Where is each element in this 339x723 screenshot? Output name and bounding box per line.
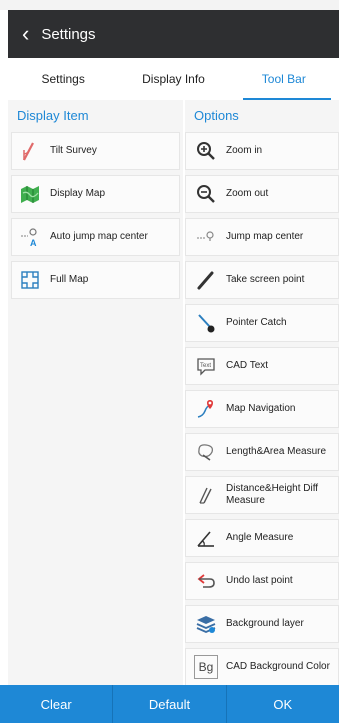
options-panel: Options Zoom in Zoom out Jump map center… xyxy=(185,100,339,685)
option-label: Length&Area Measure xyxy=(226,446,327,457)
option-map-navigation[interactable]: Map Navigation xyxy=(185,390,339,428)
option-label: CAD Background Color xyxy=(226,661,330,672)
display-item-panel: Display Item Tilt Survey Display Map A A… xyxy=(8,100,183,685)
svg-text:Text: Text xyxy=(200,363,211,369)
option-label: CAD Text xyxy=(226,360,269,371)
back-arrow-icon[interactable]: ‹ xyxy=(22,23,29,45)
option-distance-height[interactable]: Distance&Height Diff Measure xyxy=(185,476,339,514)
zoom-in-icon xyxy=(194,139,218,163)
option-background-layer[interactable]: Background layer xyxy=(185,605,339,643)
svg-text:A: A xyxy=(30,238,37,248)
display-item-heading: Display Item xyxy=(17,108,89,123)
option-cad-text[interactable]: Text CAD Text xyxy=(185,347,339,385)
angle-icon xyxy=(194,526,218,550)
option-length-area[interactable]: Length&Area Measure xyxy=(185,433,339,471)
pointer-catch-icon xyxy=(194,311,218,335)
option-take-screen-point[interactable]: Take screen point xyxy=(185,261,339,299)
tilt-survey-icon xyxy=(18,139,42,163)
display-item-tilt-survey[interactable]: Tilt Survey xyxy=(11,132,180,170)
display-item-label: Full Map xyxy=(50,274,89,285)
page-title: Settings xyxy=(41,25,96,43)
option-label: Distance&Height Diff Measure xyxy=(226,483,319,506)
option-label: Undo last point xyxy=(226,575,293,586)
option-angle-measure[interactable]: Angle Measure xyxy=(185,519,339,557)
display-item-label: Tilt Survey xyxy=(50,145,97,156)
map-icon xyxy=(18,182,42,206)
auto-jump-icon: A xyxy=(18,225,42,249)
option-zoom-in[interactable]: Zoom in xyxy=(185,132,339,170)
option-label: Take screen point xyxy=(226,274,305,285)
display-item-full-map[interactable]: Full Map xyxy=(11,261,180,299)
ok-button[interactable]: OK xyxy=(226,685,339,723)
full-map-icon xyxy=(18,268,42,292)
option-label: Angle Measure xyxy=(226,532,294,543)
tab-display-info[interactable]: Display Info xyxy=(118,58,228,100)
option-label: Map Navigation xyxy=(226,403,296,414)
pen-icon xyxy=(194,268,218,292)
options-heading: Options xyxy=(194,108,239,123)
default-button[interactable]: Default xyxy=(113,685,227,723)
option-pointer-catch[interactable]: Pointer Catch xyxy=(185,304,339,342)
option-jump-map-center[interactable]: Jump map center xyxy=(185,218,339,256)
length-area-icon xyxy=(194,440,218,464)
clear-button[interactable]: Clear xyxy=(0,685,114,723)
layers-icon xyxy=(194,612,218,636)
display-item-label: Display Map xyxy=(50,188,106,199)
zoom-out-icon xyxy=(194,182,218,206)
option-label: Background layer xyxy=(226,618,304,629)
display-item-label: Auto jump map center xyxy=(50,231,148,242)
tab-tool-bar[interactable]: Tool Bar xyxy=(229,58,339,100)
display-item-auto-jump[interactable]: A Auto jump map center xyxy=(11,218,180,256)
option-label: Jump map center xyxy=(226,231,304,242)
tab-settings[interactable]: Settings xyxy=(8,58,118,100)
jump-center-icon xyxy=(194,225,218,249)
navigation-icon xyxy=(194,397,218,421)
title-bar: ‹ Settings xyxy=(8,10,339,58)
option-cad-background-color[interactable]: Bg CAD Background Color xyxy=(185,648,339,685)
footer-bar: Clear Default OK xyxy=(0,685,339,723)
bg-color-icon: Bg xyxy=(194,655,218,679)
option-label: Pointer Catch xyxy=(226,317,287,328)
option-undo-last-point[interactable]: Undo last point xyxy=(185,562,339,600)
distance-height-icon xyxy=(194,483,218,507)
display-item-display-map[interactable]: Display Map xyxy=(11,175,180,213)
tab-bar: Settings Display Info Tool Bar xyxy=(8,58,339,100)
undo-icon xyxy=(194,569,218,593)
status-strip xyxy=(0,0,339,10)
option-label: Zoom out xyxy=(226,188,269,199)
cad-text-icon: Text xyxy=(194,354,218,378)
option-label: Zoom in xyxy=(226,145,263,156)
option-zoom-out[interactable]: Zoom out xyxy=(185,175,339,213)
